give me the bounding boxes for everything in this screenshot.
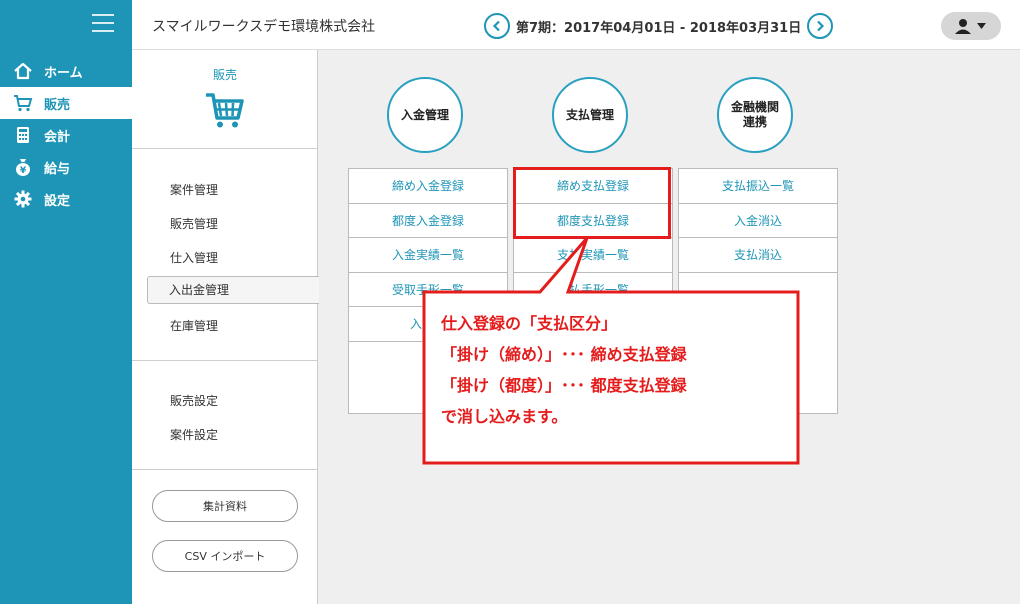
callout-line: 仕入登録の「支払区分」 (441, 314, 618, 333)
chevron-left-icon (492, 20, 500, 32)
cart-icon (206, 93, 244, 128)
nav-item-label: 販売 (44, 97, 71, 113)
nav-item-payroll[interactable]: ¥ 給与 (0, 151, 132, 183)
nav-item-accounting[interactable]: 会計 (0, 119, 132, 151)
gear-icon (12, 189, 34, 209)
callout-line: で消し込みます。 (441, 407, 568, 426)
divider (132, 469, 318, 470)
sales-subpanel: 販売 案件管理 販売管理 仕入管理 入出金管理 在庫管理 販売設定 案件設定 集… (132, 50, 319, 604)
menu-link[interactable]: 支払振込一覧 (679, 169, 837, 204)
user-menu-button[interactable] (941, 12, 1001, 40)
period-label: 第7期：2017年04月01日 - 2018年03月31日 (516, 20, 802, 36)
callout-line: 「掛け（都度）」･･･ 都度支払登録 (441, 376, 687, 395)
subpanel-title: 販売 (212, 68, 237, 82)
nav-item-label: 給与 (44, 161, 71, 177)
nav-item-home[interactable]: ホーム (0, 55, 132, 87)
menu-link[interactable]: 受取手形一覧 (349, 273, 507, 307)
subnav-sales-settings[interactable]: 販売設定 (170, 392, 218, 409)
heading-line: 金融機関 (730, 100, 779, 114)
chevron-right-icon (817, 20, 825, 32)
callout-line: 「掛け（締め）」･･･ 締め支払登録 (441, 345, 687, 364)
next-period-button[interactable] (807, 13, 834, 39)
subnav-inventory-management[interactable]: 在庫管理 (170, 317, 218, 334)
highlight-box (513, 167, 671, 239)
subnav-purchase-management[interactable]: 仕入管理 (170, 249, 218, 266)
divider (132, 148, 318, 149)
company-name: スマイルワークスデモ環境株式会社 (152, 19, 376, 35)
menu-link[interactable]: 都度入金登録 (349, 204, 507, 238)
top-header: スマイルワークスデモ環境株式会社 第7期：2017年04月01日 - 2018年… (132, 0, 1020, 50)
summary-report-button[interactable]: 集計資料 (152, 490, 298, 522)
home-icon (12, 61, 34, 81)
money-bag-icon: ¥ (12, 157, 34, 177)
side-nav: ホーム 販売 会計 ¥ 給与 設定 (0, 0, 132, 604)
menu-link[interactable]: 支払消込 (679, 238, 837, 273)
bank-link-heading: 金融機関 連携 (717, 77, 793, 153)
nav-item-label: 会計 (44, 129, 71, 145)
menu-link[interactable]: 入金消込 (679, 204, 837, 238)
hamburger-menu-icon[interactable] (92, 14, 114, 32)
payment-management-heading: 支払管理 (552, 77, 628, 153)
nav-item-settings[interactable]: 設定 (0, 183, 132, 215)
menu-link[interactable]: 支払実績一覧 (514, 238, 672, 273)
receipt-management-heading: 入金管理 (387, 77, 463, 153)
menu-link[interactable]: 支払手形一覧 (514, 273, 672, 307)
divider (132, 360, 318, 361)
nav-item-label: ホーム (44, 65, 83, 81)
menu-link[interactable]: 入金実績一覧 (349, 238, 507, 273)
nav-item-label: 設定 (44, 193, 71, 209)
period-selector: 第7期：2017年04月01日 - 2018年03月31日 (484, 13, 834, 39)
user-icon (955, 19, 986, 34)
calculator-icon (12, 125, 34, 145)
subnav-sales-management[interactable]: 販売管理 (170, 215, 218, 232)
menu-link[interactable]: 締め入金登録 (349, 169, 507, 204)
nav-item-sales[interactable]: 販売 (0, 87, 132, 119)
cart-icon (12, 93, 34, 113)
callout-text: 仕入登録の「支払区分」 「掛け（締め）」･･･ 締め支払登録 「掛け（都度）」･… (441, 308, 791, 432)
previous-period-button[interactable] (484, 13, 510, 39)
subnav-payment-management[interactable]: 入出金管理 (147, 276, 319, 304)
subnav-project-settings[interactable]: 案件設定 (170, 426, 218, 443)
csv-import-button[interactable]: CSV インポート (152, 540, 298, 572)
subnav-project-management[interactable]: 案件管理 (170, 181, 218, 198)
heading-line: 連携 (742, 115, 767, 129)
svg-text:¥: ¥ (20, 166, 27, 176)
